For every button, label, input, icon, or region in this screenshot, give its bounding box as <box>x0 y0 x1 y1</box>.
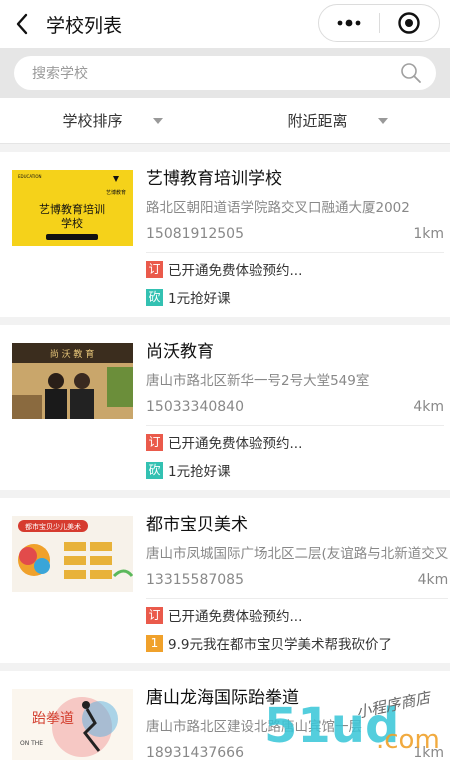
school-thumbnail: 艺博教育 EDUCATION 艺博教育培训 学校 <box>12 170 133 246</box>
divider <box>146 252 444 253</box>
school-card[interactable]: 尚 沃 教 育 尚沃教育 唐山市路北区新华一号2号大堂549室 15033340… <box>0 325 450 490</box>
svg-text:学校: 学校 <box>61 216 83 230</box>
promo-text: 1元抢好课 <box>168 291 231 307</box>
school-thumbnail: 跆拳道 ON THE <box>12 689 133 760</box>
svg-text:艺博教育培训: 艺博教育培训 <box>39 202 105 216</box>
booking-badge: 订 <box>146 260 163 278</box>
promo-tag[interactable]: 订 已开通免费体验预约... <box>146 255 444 283</box>
promo-text: 已开通免费体验预约... <box>168 609 303 625</box>
promo-tag[interactable]: 订 已开通免费体验预约... <box>146 428 444 456</box>
distance-caret-icon <box>377 117 388 124</box>
promo-text: 1元抢好课 <box>168 464 231 480</box>
svg-text:尚 沃 教 育: 尚 沃 教 育 <box>50 348 95 360</box>
sort-filter[interactable]: 学校排序 <box>0 98 225 143</box>
back-arrow-icon <box>16 13 28 35</box>
promo-text: 9.9元我在都市宝贝学美术帮我砍价了 <box>168 637 392 653</box>
promo-tag[interactable]: 砍 1元抢好课 <box>146 283 444 311</box>
promo-tag[interactable]: 订 已开通免费体验预约... <box>146 601 448 629</box>
svg-text:EDUCATION: EDUCATION <box>18 174 42 179</box>
school-poster-image: 跆拳道 ON THE <box>12 689 133 760</box>
school-address: 路北区朝阳道语学院路交叉口融通大厦2002 <box>146 200 410 216</box>
distance-filter-label: 附近距离 <box>287 112 348 130</box>
promo-text: 已开通免费体验预约... <box>168 263 303 279</box>
search-input[interactable]: 搜索学校 <box>14 56 436 90</box>
school-address: 唐山市路北区建设北路唐山宾馆一层 <box>146 719 362 735</box>
school-card[interactable]: 都市宝贝少儿美术 都市宝贝美术 唐山市凤城国际广场北区二层(友谊路与北新道交叉 … <box>0 498 450 663</box>
nav-bar: 学校列表 <box>0 0 450 48</box>
svg-text:跆拳道: 跆拳道 <box>32 711 74 727</box>
sort-filter-label: 学校排序 <box>62 112 123 130</box>
school-distance: 1km <box>413 226 444 242</box>
school-thumbnail: 都市宝贝少儿美术 <box>12 516 133 592</box>
svg-text:艺博教育: 艺博教育 <box>106 189 126 196</box>
divider <box>146 425 444 426</box>
school-phone[interactable]: 13315587085 <box>146 570 244 590</box>
svg-text:都市宝贝少儿美术: 都市宝贝少儿美术 <box>25 522 81 531</box>
school-list: 艺博教育 EDUCATION 艺博教育培训 学校 艺博教育培训学校 路北区朝阳道… <box>0 152 450 760</box>
bargain-badge: 砍 <box>146 461 163 479</box>
school-distance: 4km <box>417 572 449 588</box>
school-card[interactable]: 艺博教育 EDUCATION 艺博教育培训 学校 艺博教育培训学校 路北区朝阳道… <box>0 152 450 317</box>
search-placeholder: 搜索学校 <box>32 66 88 82</box>
page-title: 学校列表 <box>46 14 123 37</box>
booking-badge: 订 <box>146 606 163 624</box>
promo-tag[interactable]: 1 9.9元我在都市宝贝学美术帮我砍价了 <box>146 629 448 657</box>
promo-text: 已开通免费体验预约... <box>168 436 303 452</box>
school-card[interactable]: 跆拳道 ON THE 唐山龙海国际跆拳道 唐山市路北区建设北路唐山宾馆一层 18… <box>0 671 450 760</box>
school-thumbnail: 尚 沃 教 育 <box>12 343 133 419</box>
filter-bar: 学校排序 附近距离 <box>0 98 450 144</box>
group-badge: 1 <box>146 634 163 652</box>
bargain-badge: 砍 <box>146 288 163 306</box>
school-name: 艺博教育培训学校 <box>146 169 282 189</box>
school-logo-image: 艺博教育 EDUCATION 艺博教育培训 学校 <box>12 170 133 246</box>
school-poster-image: 都市宝贝少儿美术 <box>12 516 133 592</box>
school-photo-image: 尚 沃 教 育 <box>12 343 133 419</box>
back-button[interactable] <box>0 0 44 48</box>
school-phone[interactable]: 15081912505 <box>146 224 244 244</box>
school-name: 唐山龙海国际跆拳道 <box>146 688 299 708</box>
close-program-button[interactable] <box>380 5 440 41</box>
target-close-icon <box>398 12 420 34</box>
school-phone[interactable]: 18931437666 <box>146 743 244 760</box>
mini-program-capsule <box>318 4 440 42</box>
booking-badge: 订 <box>146 433 163 451</box>
divider <box>146 598 449 599</box>
school-phone[interactable]: 15033340840 <box>146 397 244 417</box>
school-name: 尚沃教育 <box>146 342 214 362</box>
promo-tag[interactable]: 砍 1元抢好课 <box>146 456 444 484</box>
more-dots-icon <box>337 19 361 27</box>
more-button[interactable] <box>319 5 379 41</box>
school-name: 都市宝贝美术 <box>146 515 248 535</box>
sort-caret-icon <box>152 117 163 124</box>
school-address: 唐山市路北区新华一号2号大堂549室 <box>146 373 370 389</box>
svg-text:ON THE: ON THE <box>20 740 43 747</box>
school-distance: 1km <box>413 745 444 760</box>
search-bar: 搜索学校 <box>0 48 450 98</box>
school-address: 唐山市凤城国际广场北区二层(友谊路与北新道交叉 <box>146 546 449 562</box>
distance-filter[interactable]: 附近距离 <box>225 98 450 143</box>
search-icon <box>401 63 421 83</box>
school-distance: 4km <box>413 399 444 415</box>
